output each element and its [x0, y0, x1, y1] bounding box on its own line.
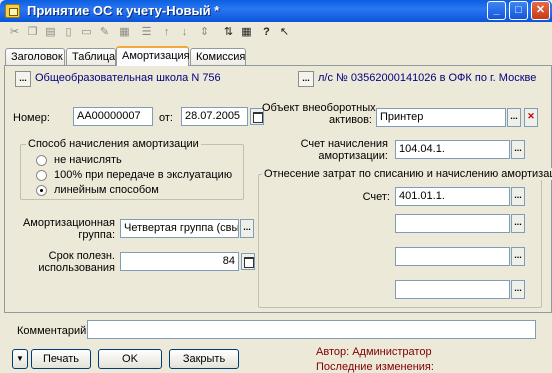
asset-field[interactable]: Принтер [376, 108, 506, 127]
document-icon [5, 4, 20, 18]
arrow-up-icon[interactable]: ↑ [160, 26, 173, 39]
close-button[interactable]: Закрыть [169, 349, 239, 369]
depreciation-account-label-line2: амортизации: [318, 150, 388, 162]
author-text: Автор: Администратор [316, 346, 432, 358]
pointer-help-icon[interactable]: ↖ [278, 26, 291, 39]
radio-not-accrue-label[interactable]: не начислять [54, 154, 122, 166]
filter-icon[interactable]: ▦ [118, 26, 131, 39]
radio-100-percent[interactable] [36, 170, 47, 181]
window-title: Принятие ОС к учету-Новый * [27, 3, 220, 18]
subconto-select-button-3[interactable]: ... [511, 280, 525, 299]
edit-icon[interactable]: ✎ [98, 26, 111, 39]
ok-button[interactable]: OK [98, 349, 162, 369]
help-icon[interactable]: ? [260, 26, 273, 39]
tab-amortizatsiya[interactable]: Амортизация [116, 46, 190, 66]
tab-tablitsa[interactable]: Таблица [66, 48, 116, 65]
cost-account-select-button[interactable]: ... [511, 187, 525, 206]
date-label: от: [159, 112, 173, 124]
subconto-select-button-1[interactable]: ... [511, 214, 525, 233]
paste-icon[interactable]: ▤ [44, 26, 57, 39]
comment-label: Комментарий: [17, 325, 90, 337]
subconto-select-button-2[interactable]: ... [511, 247, 525, 266]
toolbar: ✂ ❐ ▤ ▯ ▭ ✎ ▦ ☰ ↑ ↓ ⇕ ⇅ ▦ ? ↖ [0, 22, 552, 44]
print-button[interactable]: Печать [31, 349, 91, 369]
move-icon[interactable]: ⇕ [198, 26, 211, 39]
radio-linear-label[interactable]: линейным способом [54, 184, 159, 196]
cost-account-field[interactable]: 401.01.1. [395, 187, 510, 206]
tab-komissiya[interactable]: Комиссия [190, 48, 246, 65]
depreciation-account-field[interactable]: 104.04.1. [395, 140, 510, 159]
cut-icon[interactable]: ✂ [8, 26, 21, 39]
page-icon[interactable]: ▯ [62, 26, 75, 39]
number-label: Номер: [13, 112, 50, 124]
minimize-button[interactable]: _ [487, 1, 506, 20]
number-field[interactable]: АА00000007 [73, 107, 153, 126]
subconto-field-1[interactable] [395, 214, 510, 233]
depreciation-group-label-line2: группа: [78, 229, 115, 241]
depreciation-group-field[interactable]: Четвертая группа (свыш [120, 219, 239, 238]
asset-label-line1: Объект внеоборотных [262, 102, 376, 114]
copy-icon[interactable]: ❐ [26, 26, 39, 39]
radio-100-percent-label[interactable]: 100% при передаче в экслуатацию [54, 169, 232, 181]
calculator-icon[interactable] [241, 253, 255, 270]
sort-icon[interactable]: ⇅ [222, 26, 235, 39]
list-icon[interactable]: ☰ [140, 26, 153, 39]
depreciation-group-label-line1: Амортизационная [22, 217, 115, 229]
depreciation-method-title: Способ начисления амортизации [26, 138, 201, 150]
subconto-field-2[interactable] [395, 247, 510, 266]
copy-doc-icon[interactable]: ▭ [80, 26, 93, 39]
maximize-button[interactable]: □ [509, 1, 528, 20]
depreciation-group-select-button[interactable]: ... [240, 219, 254, 238]
clear-icon[interactable]: ✕ [524, 108, 538, 127]
radio-linear[interactable] [36, 185, 47, 196]
close-window-button[interactable]: ✕ [531, 1, 550, 20]
arrow-down-icon[interactable]: ↓ [178, 26, 191, 39]
depreciation-account-select-button[interactable]: ... [511, 140, 525, 159]
useful-life-label-line1: Срок полезн. [48, 250, 115, 262]
useful-life-label-line2: использования [38, 262, 115, 274]
actions-menu-button[interactable]: ▼ [12, 349, 28, 369]
cost-account-label: Счет: [362, 191, 390, 203]
useful-life-field[interactable]: 84 [120, 252, 239, 271]
last-changes-text: Последние изменения: [316, 361, 434, 373]
bank-account-link[interactable]: л/с № 03562000141026 в ОФК по г. Москве [318, 72, 536, 84]
tab-zagolovok[interactable]: Заголовок [5, 48, 65, 65]
comment-field[interactable] [87, 320, 536, 339]
organization-select-button[interactable]: ... [15, 71, 31, 87]
asset-label-line2: активов: [329, 114, 372, 126]
table-icon[interactable]: ▦ [240, 26, 253, 39]
account-select-button[interactable]: ... [298, 71, 314, 87]
organization-link[interactable]: Общеобразовательная школа N 756 [35, 72, 221, 84]
radio-not-accrue[interactable] [36, 155, 47, 166]
depreciation-account-label-line1: Счет начисления [300, 138, 388, 150]
date-field[interactable]: 28.07.2005 [181, 107, 248, 126]
cost-allocation-title: Отнесение затрат по списанию и начислени… [262, 168, 552, 180]
subconto-field-3[interactable] [395, 280, 510, 299]
asset-select-button[interactable]: ... [507, 108, 521, 127]
title-bar[interactable]: Принятие ОС к учету-Новый * _ □ ✕ [0, 0, 552, 22]
